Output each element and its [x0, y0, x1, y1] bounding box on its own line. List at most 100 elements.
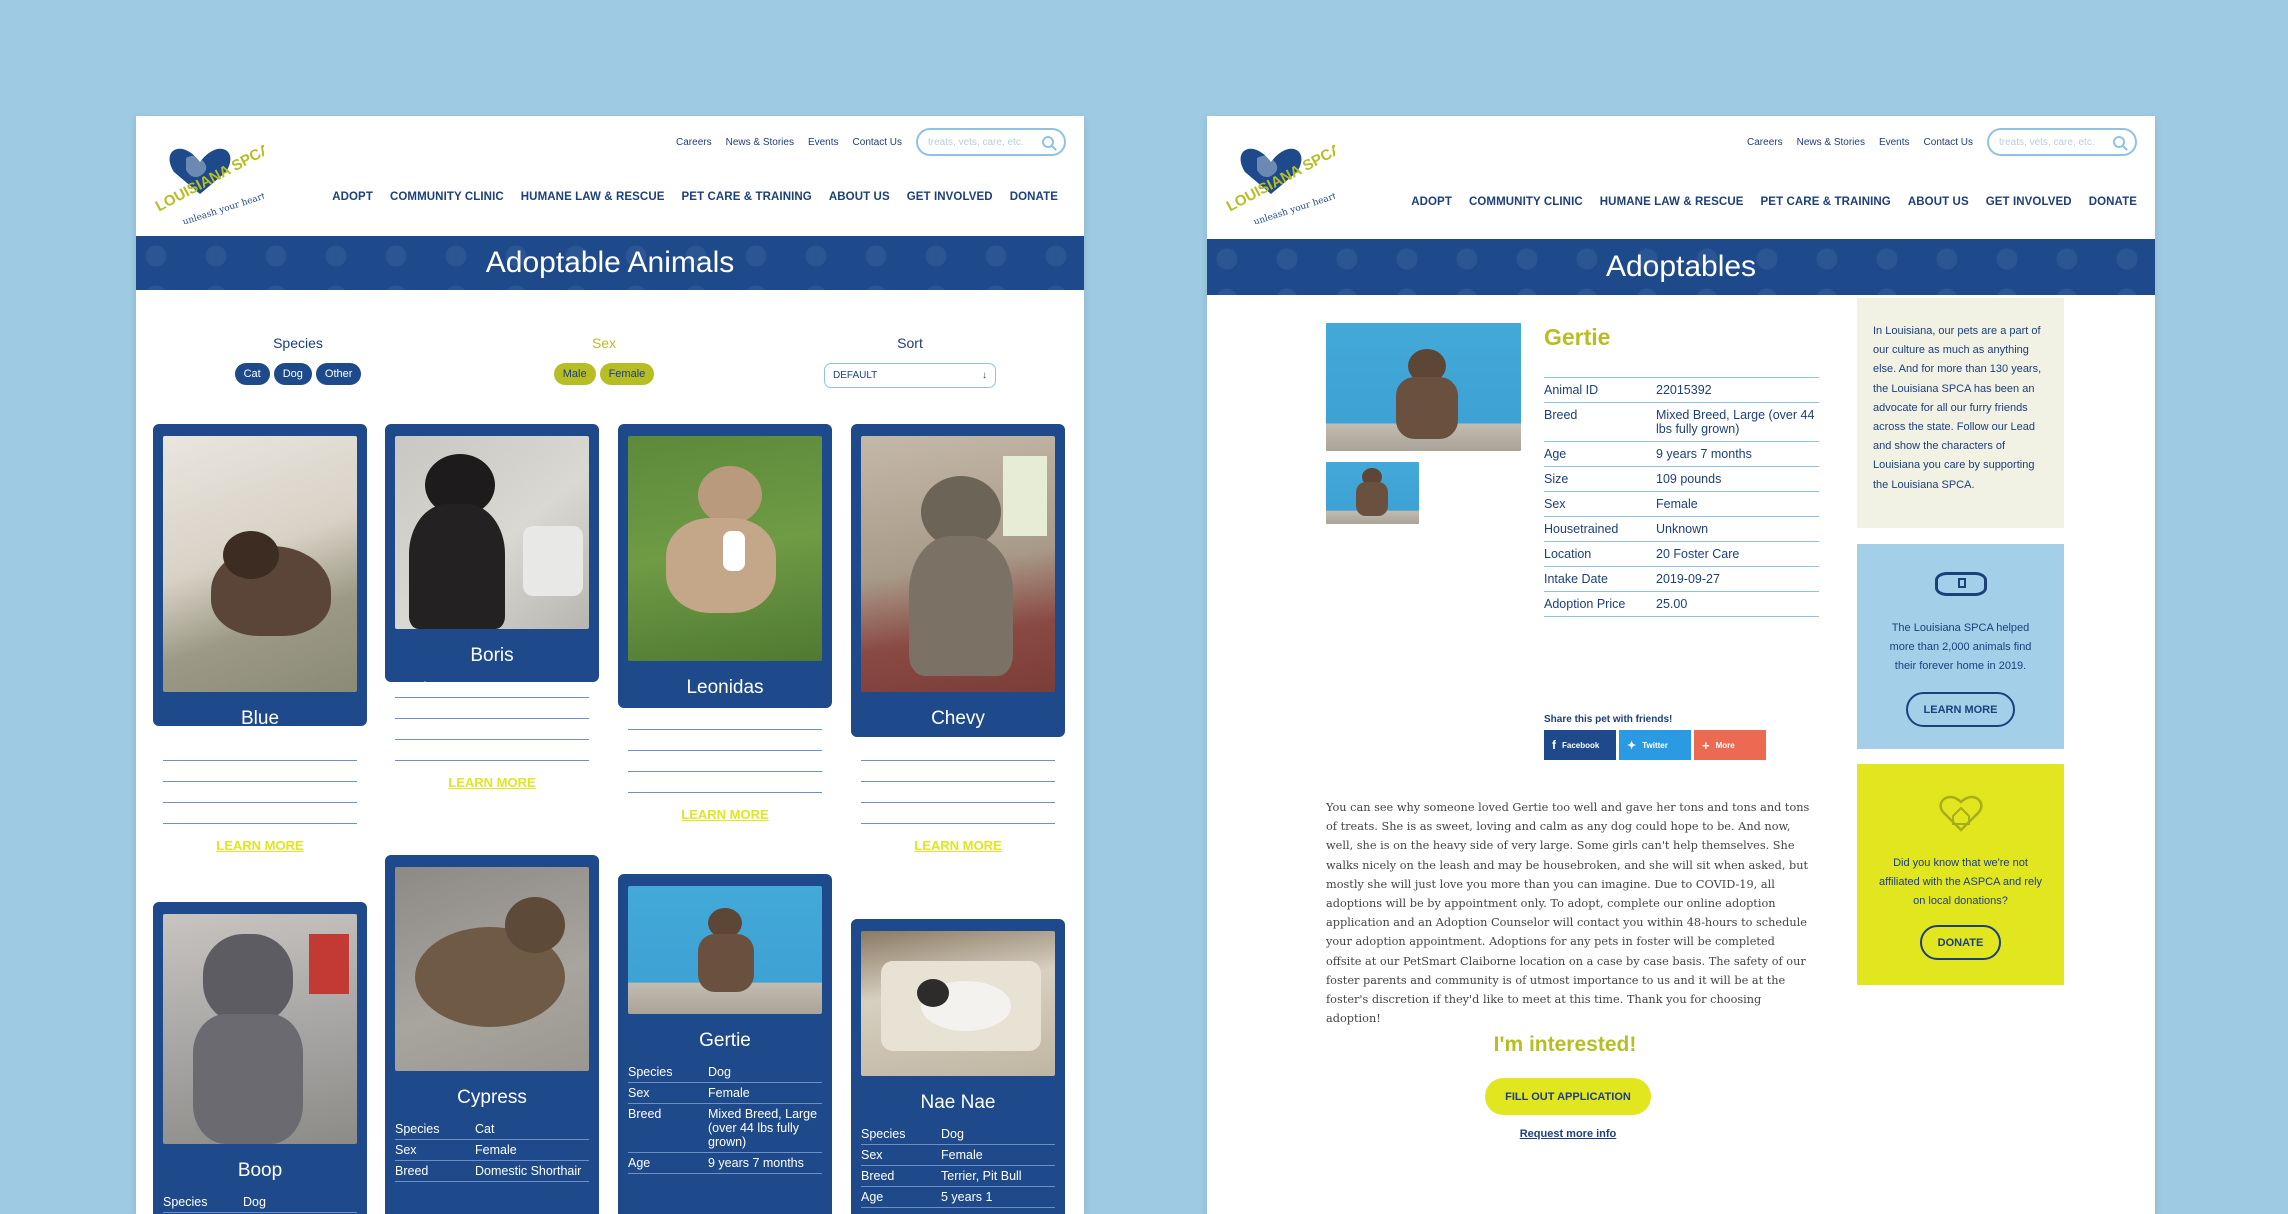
animal-field: Sex Male [628, 730, 822, 751]
animal-field: Age 9 years 7 months [628, 1153, 822, 1174]
search-placeholder: treats, vets, care, etc. [928, 136, 1024, 148]
search-icon[interactable] [1042, 136, 1054, 148]
spca-logo[interactable]: LOUISIANA SPCA unleash your heart [1223, 128, 1345, 228]
nav-about[interactable]: ABOUT US [829, 191, 890, 203]
main-nav: ADOPT COMMUNITY CLINIC HUMANE LAW & RESC… [332, 191, 1058, 203]
adoptable-detail-page: LOUISIANA SPCA unleash your heart Career… [1207, 116, 2155, 1214]
nav-humane-law[interactable]: HUMANE LAW & RESCUE [1600, 196, 1744, 208]
animal-photo [628, 436, 822, 661]
nav-donate[interactable]: DONATE [2089, 196, 2137, 208]
pet-info-table: Animal ID 22015392 Breed Mixed Breed, Larg… [1544, 377, 1819, 617]
animal-photo [861, 436, 1055, 692]
animal-field: Sex Female [395, 1140, 589, 1161]
filter-dog[interactable]: Dog [273, 363, 312, 385]
sex-filter: Sex Male Female [544, 335, 664, 385]
learn-more-link[interactable]: LEARN MORE [163, 838, 357, 853]
interested-heading: I'm interested! [1493, 1033, 1637, 1056]
nav-pet-care[interactable]: PET CARE & TRAINING [682, 191, 812, 203]
sidebar-culture-box: In Louisiana, our pets are a part of our… [1857, 298, 2064, 528]
util-link-careers[interactable]: Careers [676, 137, 712, 148]
animal-card[interactable]: Cypress Species Cat Sex Female Breed Domest… [385, 855, 599, 1214]
nav-adopt[interactable]: ADOPT [1411, 196, 1452, 208]
culture-text: In Louisiana, our pets are a part of our… [1873, 325, 2042, 491]
adoptable-animals-page: LOUISIANA SPCA unleash your heart Career… [136, 116, 1084, 1214]
fill-out-application-button[interactable]: FILL OUT APPLICATION [1485, 1078, 1651, 1115]
util-link-events[interactable]: Events [1879, 137, 1910, 148]
animal-field: Age 8 years [163, 803, 357, 824]
animal-field: Sex Male [163, 761, 357, 782]
animal-name: Blue [240, 708, 280, 729]
nav-get-involved[interactable]: GET INVOLVED [1986, 196, 2072, 208]
animal-name: Chevy [931, 708, 985, 729]
animal-card[interactable]: Gertie Species Dog Sex Female Breed Mixed B… [618, 874, 832, 1214]
donate-text: Did you know that we're not affiliated w… [1878, 857, 2043, 907]
filter-male[interactable]: Male [553, 363, 596, 385]
animal-field: Breed Terrier, Pit Bull [628, 751, 822, 772]
animal-field: Age 2 years [628, 772, 822, 793]
animal-field: Breed Siamese [163, 782, 357, 803]
search-input[interactable]: treats, vets, care, etc. [916, 128, 1066, 156]
animal-field: Age 5 months [395, 740, 589, 761]
filter-cat[interactable]: Cat [234, 363, 270, 385]
util-link-careers[interactable]: Careers [1747, 137, 1783, 148]
learn-more-link[interactable]: LEARN MORE [628, 807, 822, 822]
nav-pet-care[interactable]: PET CARE & TRAINING [1761, 196, 1891, 208]
sort-label: Sort [897, 335, 923, 351]
nav-about[interactable]: ABOUT US [1908, 196, 1969, 208]
learn-more-button[interactable]: LEARN MORE [1905, 692, 2016, 727]
animal-field: Sex Female [628, 1083, 822, 1104]
heart-home-icon [1937, 790, 1985, 834]
animal-card[interactable]: Chevy Species Cat Sex Male Breed Domestic S… [851, 424, 1065, 853]
share-facebook-button[interactable]: f Facebook [1544, 730, 1616, 760]
chevron-down-icon: ↓ [982, 370, 987, 381]
donate-button[interactable]: DONATE [1919, 925, 2002, 960]
animal-field: Species Dog [628, 709, 822, 730]
pet-name: Gertie [1544, 324, 1611, 350]
util-link-news[interactable]: News & Stories [1797, 137, 1865, 148]
sex-label: Sex [591, 335, 617, 351]
filter-other[interactable]: Other [315, 363, 362, 385]
facebook-icon: f [1552, 738, 1556, 752]
util-link-news[interactable]: News & Stories [726, 137, 794, 148]
animal-field: Species Cat [861, 740, 1055, 761]
util-link-events[interactable]: Events [808, 137, 839, 148]
nav-donate[interactable]: DONATE [1010, 191, 1058, 203]
animal-photo [395, 867, 589, 1071]
animal-name: Leonidas [686, 677, 764, 698]
request-info-link[interactable]: Request more info [1485, 1128, 1651, 1140]
pet-main-photo[interactable] [1326, 323, 1521, 451]
search-icon[interactable] [2113, 136, 2125, 148]
util-link-contact[interactable]: Contact Us [853, 137, 902, 148]
pet-thumbnail[interactable] [1326, 462, 1419, 524]
species-label: Species [273, 335, 323, 351]
animal-card[interactable]: Blue Species Cat Sex Male Breed Siamese Age… [153, 424, 367, 853]
animal-field: Sex Male [395, 698, 589, 719]
animal-card[interactable]: Leonidas Species Dog Sex Male Breed Terrier… [618, 424, 832, 822]
spca-logo[interactable]: LOUISIANA SPCA unleash your heart [152, 128, 274, 228]
animal-name: Boris [470, 645, 514, 666]
animal-card[interactable]: Boris Species Cat Sex Male Breed Domestic S… [385, 424, 599, 790]
nav-adopt[interactable]: ADOPT [332, 191, 373, 203]
nav-community-clinic[interactable]: COMMUNITY CLINIC [1469, 196, 1583, 208]
info-row: Breed Mixed Breed, Large (over 44 lbs ful… [1544, 403, 1819, 442]
nav-get-involved[interactable]: GET INVOLVED [907, 191, 993, 203]
animal-card[interactable]: Nae Nae Species Dog Sex Female Breed Terrie… [851, 919, 1065, 1214]
nav-humane-law[interactable]: HUMANE LAW & RESCUE [521, 191, 665, 203]
learn-more-link[interactable]: LEARN MORE [861, 838, 1055, 853]
learn-more-link[interactable]: LEARN MORE [395, 775, 589, 790]
sort-select[interactable]: DEFAULT ↓ [824, 363, 996, 388]
share-label: Share this pet with friends! [1544, 714, 1673, 725]
animal-field: Breed Terrier, Pit Bull [861, 1166, 1055, 1187]
util-link-contact[interactable]: Contact Us [1924, 137, 1973, 148]
search-input[interactable]: treats, vets, care, etc. [1987, 128, 2137, 156]
filter-female[interactable]: Female [599, 363, 655, 385]
animal-field: Species Cat [395, 677, 589, 698]
nav-community-clinic[interactable]: COMMUNITY CLINIC [390, 191, 504, 203]
share-twitter-button[interactable]: ✦ Twitter [1619, 730, 1691, 760]
share-more-button[interactable]: + More [1694, 730, 1766, 760]
search-placeholder: treats, vets, care, etc. [1999, 136, 2095, 148]
animal-card[interactable]: Boop Species Dog [153, 902, 367, 1214]
pet-description: You can see why someone loved Gertie too… [1326, 801, 1810, 1026]
info-row: Sex Female [1544, 492, 1819, 517]
animal-photo [861, 931, 1055, 1076]
